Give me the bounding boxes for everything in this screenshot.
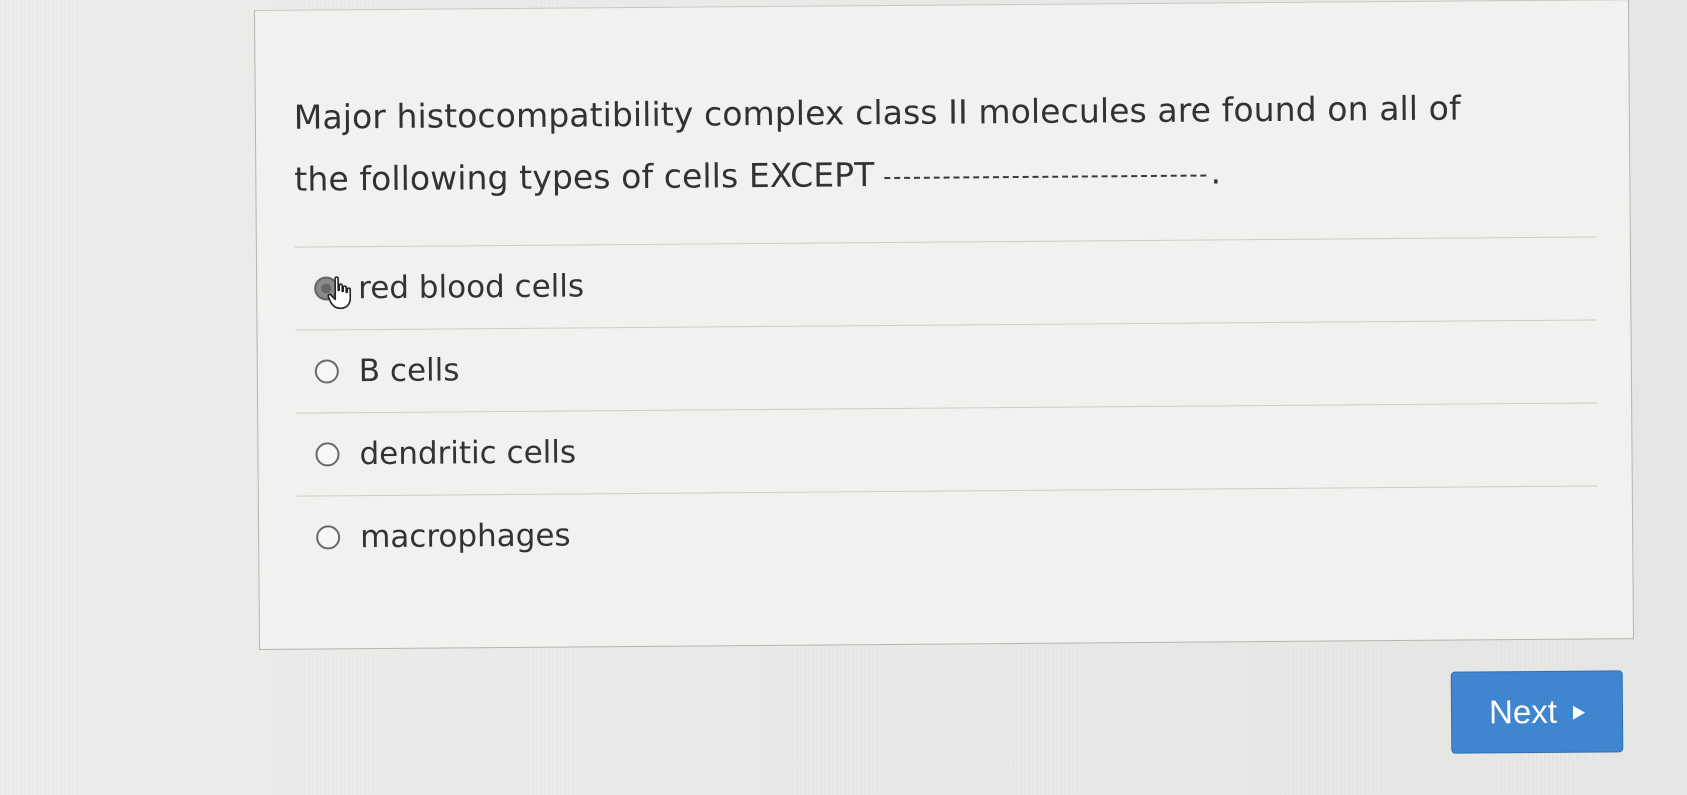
radio-button[interactable] bbox=[315, 442, 340, 467]
question-text: Major histocompatibility complex class I… bbox=[294, 77, 1475, 210]
option-label: red blood cells bbox=[358, 268, 585, 307]
option-label: dendritic cells bbox=[359, 434, 577, 473]
right-triangle-icon bbox=[1572, 705, 1585, 720]
hand-cursor-icon bbox=[327, 276, 352, 310]
answer-option-macrophages[interactable]: macrophages bbox=[296, 485, 1599, 579]
question-stem: Major histocompatibility complex class I… bbox=[293, 88, 1461, 199]
radio-button[interactable] bbox=[316, 525, 341, 550]
option-label: B cells bbox=[358, 352, 460, 390]
radio-button[interactable] bbox=[314, 359, 339, 384]
answer-blank bbox=[884, 174, 1207, 180]
answer-option-b-cells[interactable]: B cells bbox=[295, 319, 1598, 413]
question-period: . bbox=[1210, 152, 1222, 192]
option-label: macrophages bbox=[360, 517, 571, 556]
question-card: Major histocompatibility complex class I… bbox=[254, 0, 1634, 650]
next-button[interactable]: Next bbox=[1450, 670, 1624, 754]
answer-option-red-blood-cells[interactable]: red blood cells bbox=[294, 236, 1597, 330]
answer-options: red blood cells B cells dendritic cells … bbox=[294, 236, 1599, 579]
next-label: Next bbox=[1488, 692, 1558, 731]
answer-option-dendritic-cells[interactable]: dendritic cells bbox=[296, 402, 1598, 496]
